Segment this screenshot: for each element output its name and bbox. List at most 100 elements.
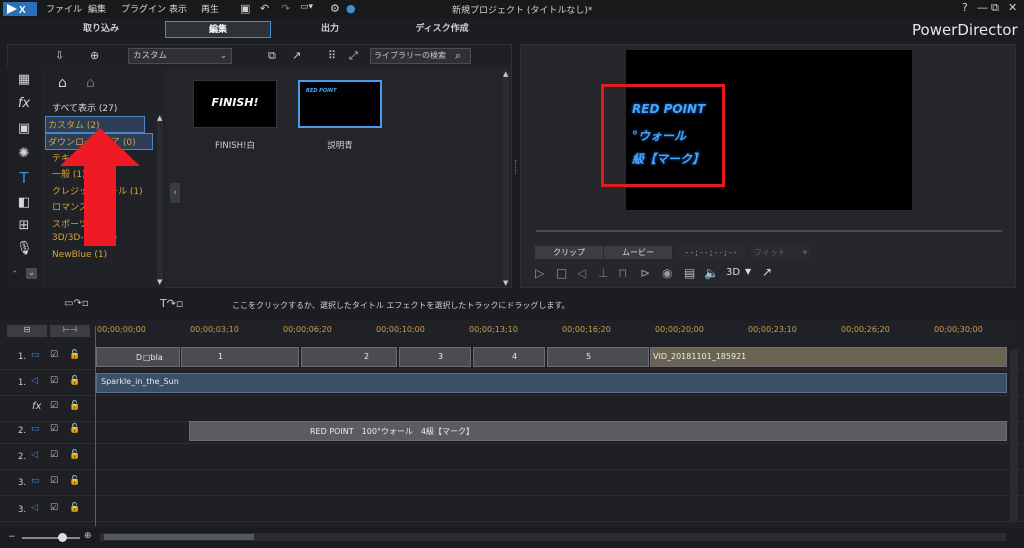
timeline-vertical-scrollbar[interactable]: [1010, 350, 1018, 522]
search-icon[interactable]: ⌕: [455, 49, 461, 63]
category-newblue[interactable]: NewBlue (1): [52, 250, 107, 260]
splitter-handle[interactable]: [515, 160, 518, 174]
lock-icon[interactable]: 🔓: [69, 401, 80, 411]
lock-icon[interactable]: 🔓: [69, 450, 80, 460]
video-clip[interactable]: 3: [399, 347, 471, 367]
subtitle-icon[interactable]: ▤: [684, 266, 695, 280]
add-tag-icon[interactable]: ⌂: [58, 75, 67, 91]
next-frame-icon[interactable]: ⊥: [598, 266, 608, 280]
media-room-icon[interactable]: ▦: [16, 72, 32, 87]
category-all[interactable]: すべて表示 (27): [52, 101, 117, 114]
title-designer-icon[interactable]: T↷▫: [160, 297, 183, 310]
template-thumb-description[interactable]: RED POINT: [298, 80, 382, 128]
clip-mode-button[interactable]: クリップ: [535, 246, 603, 259]
import-icon[interactable]: ⇩: [55, 49, 64, 62]
particle-room-icon[interactable]: ✺: [16, 146, 32, 161]
fx-room-icon[interactable]: fx: [16, 96, 32, 111]
library-scroll-down-icon[interactable]: ▼: [503, 279, 508, 287]
play-icon[interactable]: ▷: [535, 266, 544, 280]
playhead[interactable]: [95, 326, 96, 526]
transition-room-icon[interactable]: ◧: [16, 195, 32, 210]
timecode-display[interactable]: --;--;--;--: [676, 246, 746, 259]
fast-forward-icon[interactable]: ⊳: [640, 266, 650, 280]
menu-view[interactable]: 表示: [169, 2, 187, 15]
undock-icon[interactable]: ↗: [762, 265, 772, 279]
movie-mode-button[interactable]: ムービー: [604, 246, 672, 259]
new-template-icon[interactable]: ⧉: [268, 49, 276, 63]
video-clip[interactable]: 5: [547, 347, 649, 367]
track-enable-checkbox[interactable]: ☑: [50, 450, 58, 460]
delete-tag-icon[interactable]: ⌂: [86, 75, 95, 91]
video-clip[interactable]: 1: [181, 347, 299, 367]
grid-view-icon[interactable]: ⠿: [328, 49, 336, 62]
video-clip[interactable]: Ｄ□bla: [96, 347, 180, 367]
settings-icon[interactable]: ⚙: [330, 2, 340, 15]
video-clip-vid[interactable]: VID_20181101_185921: [650, 347, 1007, 367]
track-enable-checkbox[interactable]: ☑: [50, 476, 58, 486]
voice-over-icon[interactable]: 🎙: [16, 241, 33, 256]
track-enable-checkbox[interactable]: ☑: [50, 424, 58, 434]
scroll-down-icon[interactable]: ⌄: [26, 268, 37, 279]
track-enable-checkbox[interactable]: ☑: [50, 376, 58, 386]
lock-icon[interactable]: 🔓: [69, 350, 80, 360]
tab-disc[interactable]: ディスク作成: [389, 21, 495, 38]
tab-capture[interactable]: 取り込み: [48, 21, 154, 38]
restore-button[interactable]: ⧉: [991, 1, 999, 15]
lock-icon[interactable]: 🔓: [69, 503, 80, 513]
preview-seek-bar[interactable]: [536, 230, 1002, 232]
zoom-slider[interactable]: [22, 537, 80, 539]
horizontal-scroll-thumb[interactable]: [104, 534, 254, 540]
notification-icon[interactable]: ●: [346, 2, 356, 15]
zoom-in-icon[interactable]: ⊕: [84, 531, 92, 541]
volume-icon[interactable]: 🔈: [704, 266, 719, 280]
redo-icon[interactable]: ↷: [281, 2, 290, 15]
3d-dropdown-icon[interactable]: ▼: [745, 267, 751, 276]
menu-file[interactable]: ファイル: [46, 2, 82, 15]
title-room-icon[interactable]: T: [16, 169, 32, 187]
library-dropdown[interactable]: カスタム ⌄: [128, 48, 232, 64]
audio-clip[interactable]: Sparkle_in_the_Sun: [96, 373, 1007, 393]
menu-plugin[interactable]: プラグイン: [121, 2, 166, 15]
track-enable-checkbox[interactable]: ☑: [50, 401, 58, 411]
scroll-up-arrow-icon[interactable]: ▲: [157, 114, 162, 122]
lock-icon[interactable]: 🔓: [69, 376, 80, 386]
storyboard-toggle-icon[interactable]: ⊟: [7, 325, 47, 337]
menu-edit[interactable]: 編集: [88, 2, 106, 15]
lock-icon[interactable]: 🔓: [69, 476, 80, 486]
mark-in-icon[interactable]: ⊓: [618, 266, 627, 280]
template-thumb-finish[interactable]: FINISH!: [193, 80, 277, 128]
scale-icon[interactable]: ⤢: [349, 49, 358, 63]
tab-produce[interactable]: 出力: [277, 21, 383, 38]
video-clip[interactable]: 4: [473, 347, 545, 367]
snapshot-icon[interactable]: ◉: [662, 266, 672, 280]
scroll-up-icon[interactable]: ⌃: [11, 270, 19, 280]
track-enable-checkbox[interactable]: ☑: [50, 350, 58, 360]
minimize-button[interactable]: —: [977, 1, 988, 14]
stop-icon[interactable]: □: [556, 266, 567, 280]
library-scroll-up-icon[interactable]: ▲: [503, 70, 508, 78]
tab-edit[interactable]: 編集: [165, 21, 271, 38]
zoom-out-icon[interactable]: −: [8, 532, 16, 542]
aspect-icon[interactable]: ▭▾: [300, 2, 313, 12]
pip-room-icon[interactable]: ▣: [16, 121, 32, 136]
fit-dropdown[interactable]: フィット ▾: [750, 246, 810, 259]
save-icon[interactable]: ▣: [240, 2, 250, 15]
undo-icon[interactable]: ↶: [260, 2, 269, 15]
download-icon[interactable]: ⊕: [90, 49, 99, 62]
collapse-panel-button[interactable]: ‹: [170, 183, 180, 203]
library-scrollbar[interactable]: [503, 72, 509, 282]
scroll-down-arrow-icon[interactable]: ▼: [157, 278, 162, 286]
prev-frame-icon[interactable]: ◁: [577, 266, 586, 280]
track-enable-checkbox[interactable]: ☑: [50, 503, 58, 513]
category-scrollbar[interactable]: [157, 115, 163, 280]
zoom-slider-thumb[interactable]: [58, 533, 67, 542]
fit-timeline-icon[interactable]: ⊢⊣: [50, 325, 90, 337]
audio-mixing-icon[interactable]: ⊞: [16, 218, 32, 233]
help-button[interactable]: ?: [962, 1, 968, 14]
title-clip[interactable]: RED POINT 100°ウォール 4級【マーク】: [189, 421, 1007, 441]
share-icon[interactable]: ↗: [292, 49, 301, 62]
menu-play[interactable]: 再生: [201, 2, 219, 15]
close-button[interactable]: ✕: [1008, 1, 1017, 14]
lock-icon[interactable]: 🔓: [69, 424, 80, 434]
video-clip[interactable]: 2: [301, 347, 397, 367]
